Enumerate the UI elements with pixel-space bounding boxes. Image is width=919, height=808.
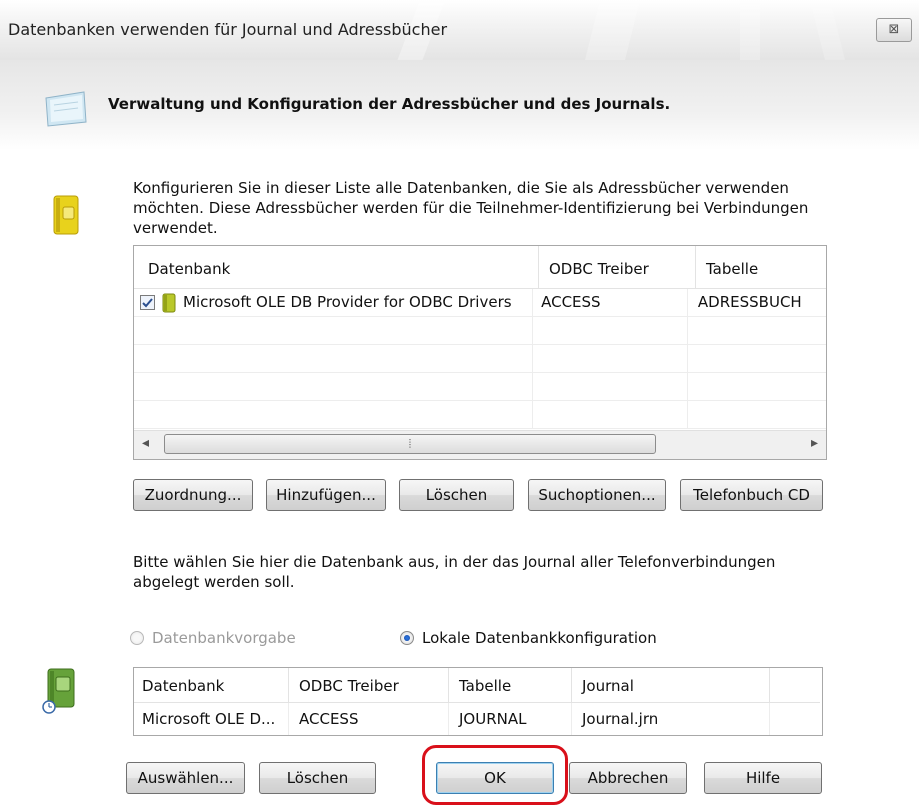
radio-label: Datenbankvorgabe — [152, 629, 296, 647]
addressbook-intro-line: verwendet. — [133, 219, 218, 237]
empty-row — [134, 345, 826, 373]
column-header-odbc-treiber[interactable]: ODBC Treiber — [289, 668, 449, 702]
addressbook-intro-line: möchten. Diese Adressbücher werden für d… — [133, 199, 809, 217]
column-header-empty — [770, 668, 820, 702]
green-journal-icon — [42, 668, 75, 714]
journal-list[interactable]: Datenbank ODBC Treiber Tabelle Journal M… — [133, 667, 823, 736]
yellow-book-icon — [53, 195, 79, 235]
scroll-grip-icon: ⦙ — [408, 437, 412, 451]
empty-row — [134, 373, 826, 401]
hinzufuegen-button[interactable]: Hinzufügen... — [266, 479, 386, 511]
column-header-datenbank[interactable]: Datenbank — [134, 246, 539, 288]
journal-intro-line: Bitte wählen Sie hier die Datenbank aus,… — [133, 553, 776, 571]
row-checkbox[interactable] — [140, 295, 155, 310]
cell-empty — [770, 703, 820, 735]
cell-journal: Journal.jrn — [572, 703, 770, 735]
empty-row — [134, 401, 826, 429]
scroll-thumb[interactable]: ⦙ — [164, 434, 656, 454]
horizontal-scrollbar[interactable]: ◂ ⦙ ▸ — [134, 430, 826, 459]
abbrechen-button[interactable]: Abbrechen — [569, 762, 687, 794]
radio-lokale-datenbankkonfiguration[interactable]: Lokale Datenbankkonfiguration — [400, 629, 657, 647]
radio-button[interactable] — [400, 631, 414, 645]
journal-intro: Bitte wählen Sie hier die Datenbank aus,… — [133, 552, 833, 592]
column-header-datenbank[interactable]: Datenbank — [134, 668, 289, 702]
ok-button[interactable]: OK — [436, 762, 554, 794]
close-button[interactable]: ⊠ — [876, 18, 912, 42]
table-cell: Microsoft OLE DB Provider for ODBC Drive… — [134, 289, 534, 316]
hilfe-button[interactable]: Hilfe — [704, 762, 822, 794]
close-icon: ⊠ — [888, 22, 900, 37]
journal-intro-line: abgelegt werden soll. — [133, 573, 295, 591]
radio-datenbankvorgabe[interactable]: Datenbankvorgabe — [130, 629, 296, 647]
dialog-window: Datenbanken verwenden für Journal und Ad… — [0, 0, 919, 808]
green-book-icon — [162, 293, 176, 313]
header-title: Verwaltung und Konfiguration der Adressb… — [108, 95, 671, 113]
radio-button[interactable] — [130, 631, 144, 645]
suchoptionen-button[interactable]: Suchoptionen... — [528, 479, 666, 511]
scroll-right-icon[interactable]: ▸ — [811, 435, 818, 451]
radio-label: Lokale Datenbankkonfiguration — [422, 629, 657, 647]
table-row[interactable]: Microsoft OLE D... ACCESS JOURNAL Journa… — [134, 703, 822, 735]
checkmark-icon — [142, 298, 153, 308]
cell-datenbank: Microsoft OLE DB Provider for ODBC Drive… — [183, 293, 512, 311]
column-header-tabelle[interactable]: Tabelle — [696, 246, 826, 288]
addressbook-list-header: Datenbank ODBC Treiber Tabelle — [134, 246, 826, 289]
empty-row — [134, 317, 826, 345]
addressbook-list[interactable]: Datenbank ODBC Treiber Tabelle Microsoft… — [133, 245, 827, 460]
column-header-tabelle[interactable]: Tabelle — [449, 668, 572, 702]
cell-tabelle: ADRESSBUCH — [697, 293, 802, 311]
cell-tabelle: JOURNAL — [449, 703, 572, 735]
cell-odbc-treiber: ACCESS — [289, 703, 449, 735]
scroll-left-icon[interactable]: ◂ — [142, 435, 149, 451]
journal-list-header: Datenbank ODBC Treiber Tabelle Journal — [134, 668, 820, 703]
column-header-journal[interactable]: Journal — [572, 668, 770, 702]
loeschen-journal-button[interactable]: Löschen — [259, 762, 376, 794]
cell-datenbank: Microsoft OLE D... — [134, 703, 289, 735]
addressbook-intro: Konfigurieren Sie in dieser Liste alle D… — [133, 178, 833, 238]
addressbook-intro-line: Konfigurieren Sie in dieser Liste alle D… — [133, 179, 789, 197]
zuordnung-button[interactable]: Zuordnung... — [133, 479, 253, 511]
cell-odbc-treiber: ACCESS — [533, 289, 688, 316]
table-row[interactable]: Microsoft OLE DB Provider for ODBC Drive… — [134, 289, 826, 317]
column-header-odbc-treiber[interactable]: ODBC Treiber — [539, 246, 696, 288]
notebook-icon — [45, 91, 87, 127]
telefonbuch-cd-button[interactable]: Telefonbuch CD — [680, 479, 823, 511]
auswaehlen-button[interactable]: Auswählen... — [126, 762, 245, 794]
loeschen-addressbook-button[interactable]: Löschen — [399, 479, 514, 511]
window-title: Datenbanken verwenden für Journal und Ad… — [8, 20, 448, 39]
